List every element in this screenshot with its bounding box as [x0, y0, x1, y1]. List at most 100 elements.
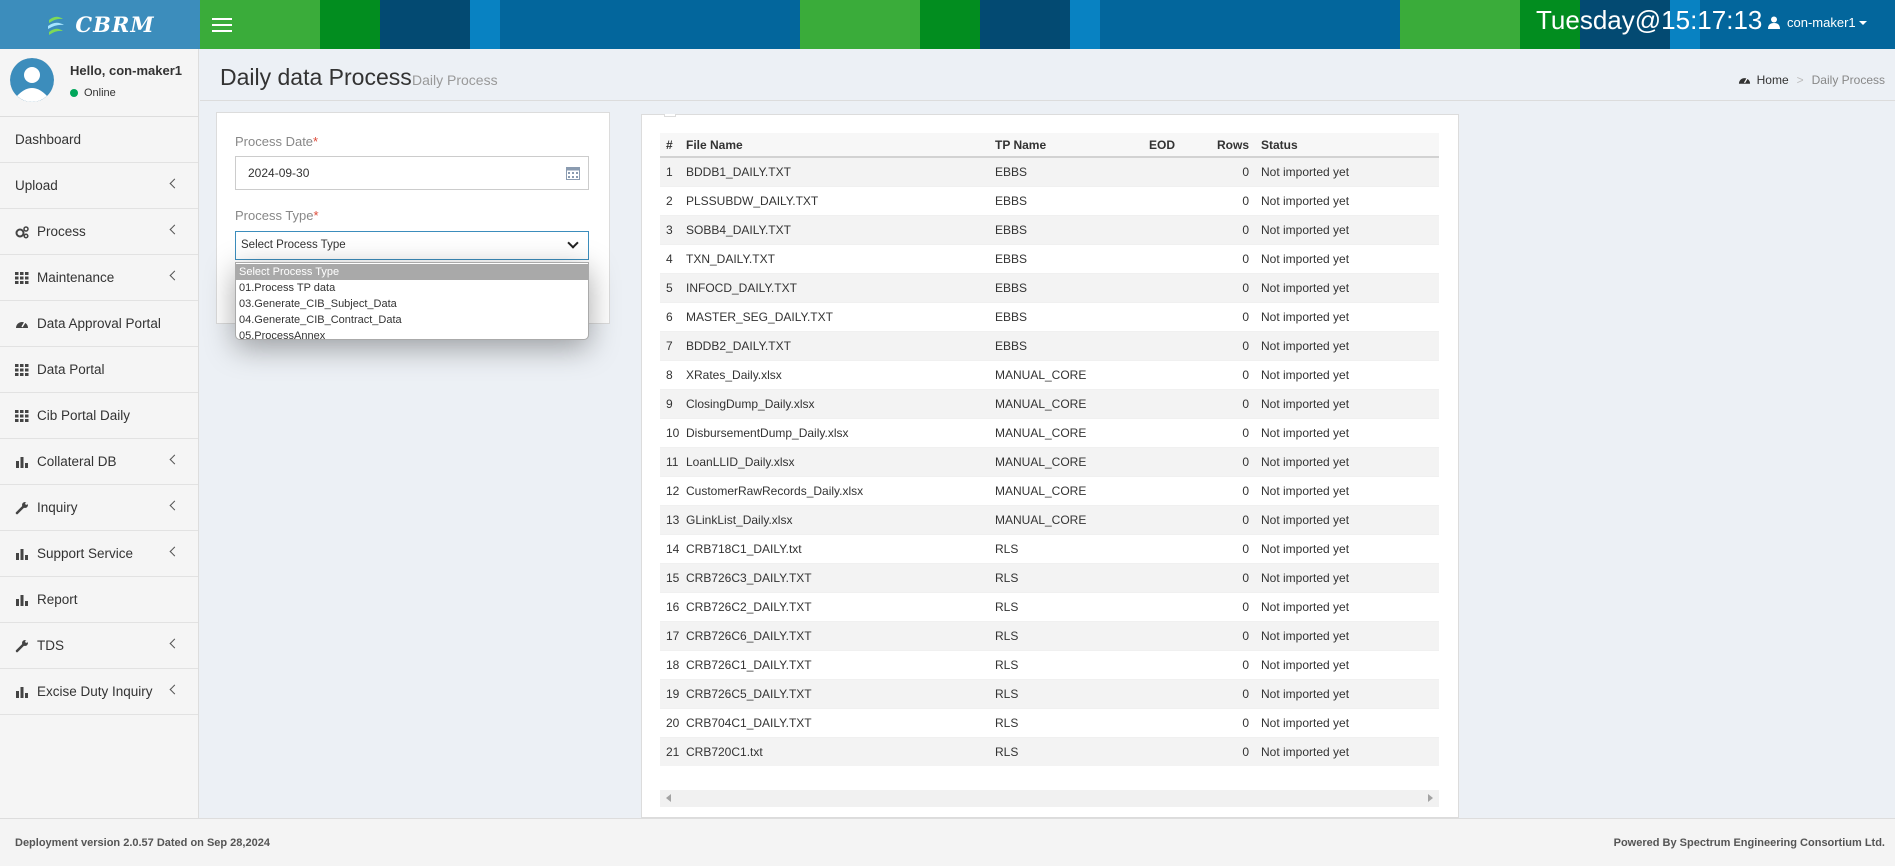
cell-file-name: CRB718C1_DAILY.txt [680, 533, 989, 563]
process-type-select[interactable]: Select Process Type [235, 231, 589, 260]
cell-file-name: MASTER_SEG_DAILY.TXT [680, 301, 989, 331]
breadcrumb: Home > Daily Process [1738, 73, 1885, 87]
user-menu-dropdown[interactable]: con-maker1 [1768, 15, 1867, 30]
content-header: Daily data Process Daily Process Home > … [200, 49, 1895, 101]
cell-index: 19 [660, 678, 680, 708]
cell-file-name: LoanLLID_Daily.xlsx [680, 446, 989, 476]
cell-file-name: CRB726C1_DAILY.TXT [680, 649, 989, 679]
dashboard-icon [16, 321, 28, 328]
process-type-option[interactable]: 05.ProcessAnnex [236, 328, 588, 344]
sidebar-item-data-portal[interactable]: Data Portal [0, 347, 198, 393]
column-header-tp-name[interactable]: TP Name [989, 133, 1143, 158]
process-date-input[interactable]: 2024-09-30 [235, 156, 589, 190]
cell-rows: 0 [1189, 562, 1255, 592]
sidebar-item-label: Process [37, 224, 86, 239]
sidebar-item-label: Support Service [37, 546, 134, 561]
table-row: 18 CRB726C1_DAILY.TXT RLS 0 Not imported yet [660, 649, 1439, 679]
cell-file-name: CustomerRawRecords_Daily.xlsx [680, 475, 989, 505]
cell-eod [1143, 156, 1189, 186]
grid-icon [15, 271, 29, 284]
deployment-version: Deployment version 2.0.57 Dated on Sep 2… [15, 837, 270, 849]
column-header-eod[interactable]: EOD [1143, 133, 1189, 158]
cell-eod [1143, 475, 1189, 505]
sidebar-item-report[interactable]: Report [0, 577, 198, 623]
cell-eod [1143, 736, 1189, 766]
online-status: Online [70, 87, 116, 99]
process-type-label: Process Type* [235, 208, 319, 223]
cell-tp-name: EBBS [989, 272, 1143, 302]
cell-file-name: BDDB1_DAILY.TXT [680, 156, 989, 186]
cell-status: Not imported yet [1255, 214, 1439, 244]
chevron-left-icon [169, 638, 180, 649]
process-type-option[interactable]: 03.Generate_CIB_Subject_Data [236, 296, 588, 312]
cell-status: Not imported yet [1255, 562, 1439, 592]
sidebar-item-data-approval-portal[interactable]: Data Approval Portal [0, 301, 198, 347]
cell-index: 1 [660, 156, 680, 186]
app-logo[interactable]: CBRM [0, 0, 200, 49]
cell-status: Not imported yet [1255, 446, 1439, 476]
top-navbar: CBRM Tuesday@15:17:13 con-maker1 [0, 0, 1895, 49]
sidebar-item-dashboard[interactable]: Dashboard [0, 117, 198, 163]
cell-file-name: CRB726C3_DAILY.TXT [680, 562, 989, 592]
scroll-right-arrow-icon[interactable] [1428, 794, 1433, 802]
sidebar-item-upload[interactable]: Upload [0, 163, 198, 209]
bar-chart-icon [16, 548, 28, 560]
sidebar-item-support-service[interactable]: Support Service [0, 531, 198, 577]
column-header-file-name[interactable]: File Name [680, 133, 989, 158]
calendar-icon[interactable] [566, 166, 580, 180]
logo-leaf-icon [48, 16, 65, 35]
cell-tp-name: RLS [989, 562, 1143, 592]
cell-status: Not imported yet [1255, 359, 1439, 389]
process-type-selected-value: Select Process Type [241, 239, 346, 251]
horizontal-scrollbar[interactable] [660, 790, 1439, 807]
cell-file-name: SOBB4_DAILY.TXT [680, 214, 989, 244]
cell-rows: 0 [1189, 359, 1255, 389]
cell-rows: 0 [1189, 475, 1255, 505]
cell-rows: 0 [1189, 591, 1255, 621]
cell-status: Not imported yet [1255, 504, 1439, 534]
cell-tp-name: MANUAL_CORE [989, 417, 1143, 447]
column-header-index[interactable]: # [660, 133, 680, 158]
sidebar-item-tds[interactable]: TDS [0, 623, 198, 669]
process-type-option[interactable]: 04.Generate_CIB_Contract_Data [236, 312, 588, 328]
table-row: 4 TXN_DAILY.TXT EBBS 0 Not imported yet [660, 243, 1439, 273]
sidebar-item-process[interactable]: Process [0, 209, 198, 255]
cell-tp-name: MANUAL_CORE [989, 359, 1143, 389]
user-icon [1768, 16, 1780, 29]
header-band [920, 0, 980, 49]
cell-file-name: CRB726C6_DAILY.TXT [680, 620, 989, 650]
cell-file-name: PLSSUBDW_DAILY.TXT [680, 185, 989, 215]
cell-rows: 0 [1189, 620, 1255, 650]
sidebar-item-collateral-db[interactable]: Collateral DB [0, 439, 198, 485]
scroll-left-arrow-icon[interactable] [666, 794, 671, 802]
wrench-icon [15, 639, 28, 652]
breadcrumb-home-link[interactable]: Home [1757, 73, 1789, 87]
process-type-option[interactable]: 01.Process TP data [236, 280, 588, 296]
cell-status: Not imported yet [1255, 736, 1439, 766]
column-header-status[interactable]: Status [1255, 133, 1439, 158]
cell-rows: 0 [1189, 243, 1255, 273]
column-header-rows[interactable]: Rows [1189, 133, 1255, 158]
cell-index: 11 [660, 446, 680, 476]
sidebar-item-inquiry[interactable]: Inquiry [0, 485, 198, 531]
header-band [320, 0, 380, 49]
process-date-value: 2024-09-30 [248, 166, 310, 180]
sidebar-item-label: Dashboard [15, 132, 82, 147]
cell-index: 20 [660, 707, 680, 737]
cell-tp-name: MANUAL_CORE [989, 504, 1143, 534]
sidebar-item-maintenance[interactable]: Maintenance [0, 255, 198, 301]
sidebar-item-cib-portal-daily[interactable]: Cib Portal Daily [0, 393, 198, 439]
chevron-left-icon [169, 454, 180, 465]
sidebar-toggle-button[interactable] [200, 0, 243, 49]
cell-index: 12 [660, 475, 680, 505]
cell-tp-name: EBBS [989, 330, 1143, 360]
cell-file-name: GLinkList_Daily.xlsx [680, 504, 989, 534]
cell-file-name: CRB704C1_DAILY.TXT [680, 707, 989, 737]
sidebar-item-label: TDS [37, 638, 64, 653]
header-band [380, 0, 470, 49]
sidebar-item-excise-duty-inquiry[interactable]: Excise Duty Inquiry [0, 669, 198, 715]
process-type-option[interactable]: Select Process Type [236, 264, 588, 280]
cell-eod [1143, 649, 1189, 679]
cell-rows: 0 [1189, 649, 1255, 679]
header-clock: Tuesday@15:17:13 [1536, 5, 1763, 35]
